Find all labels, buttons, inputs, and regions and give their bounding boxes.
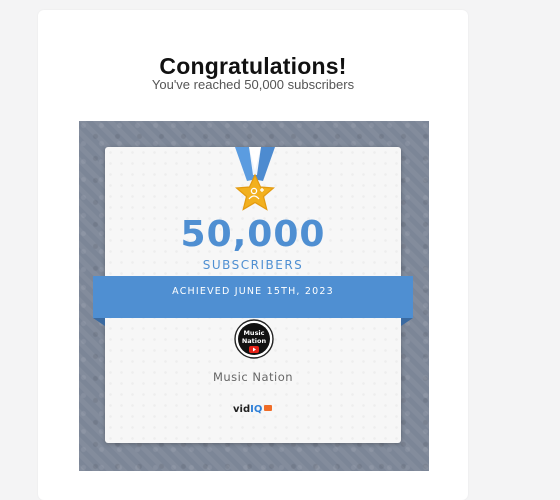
congrats-card: Congratulations! You've reached 50,000 s… [38,10,468,500]
subscriber-count: 50,000 [180,214,326,255]
channel-name: Music Nation [212,370,294,384]
vidiq-logo: vidIQ [233,404,277,420]
brand-suffix: IQ [250,404,263,415]
achieved-date: ACHIEVED JUNE 15TH, 2023 [172,286,334,297]
page-subtitle: You've reached 50,000 subscribers [151,77,355,92]
brand-prefix: vid [233,404,251,415]
page-title: Congratulations! [159,53,347,79]
youtube-tag-icon [264,405,273,411]
subscriber-label: SUBSCRIBERS [202,258,304,272]
logo-text-line-1: Music [243,329,264,337]
milestone-badge-image: 50,000 SUBSCRIBERS ACHIEVED JUNE 15TH, 2… [79,121,429,471]
logo-text-line-2: Nation [242,337,267,345]
channel-logo: Music Nation [234,319,274,359]
